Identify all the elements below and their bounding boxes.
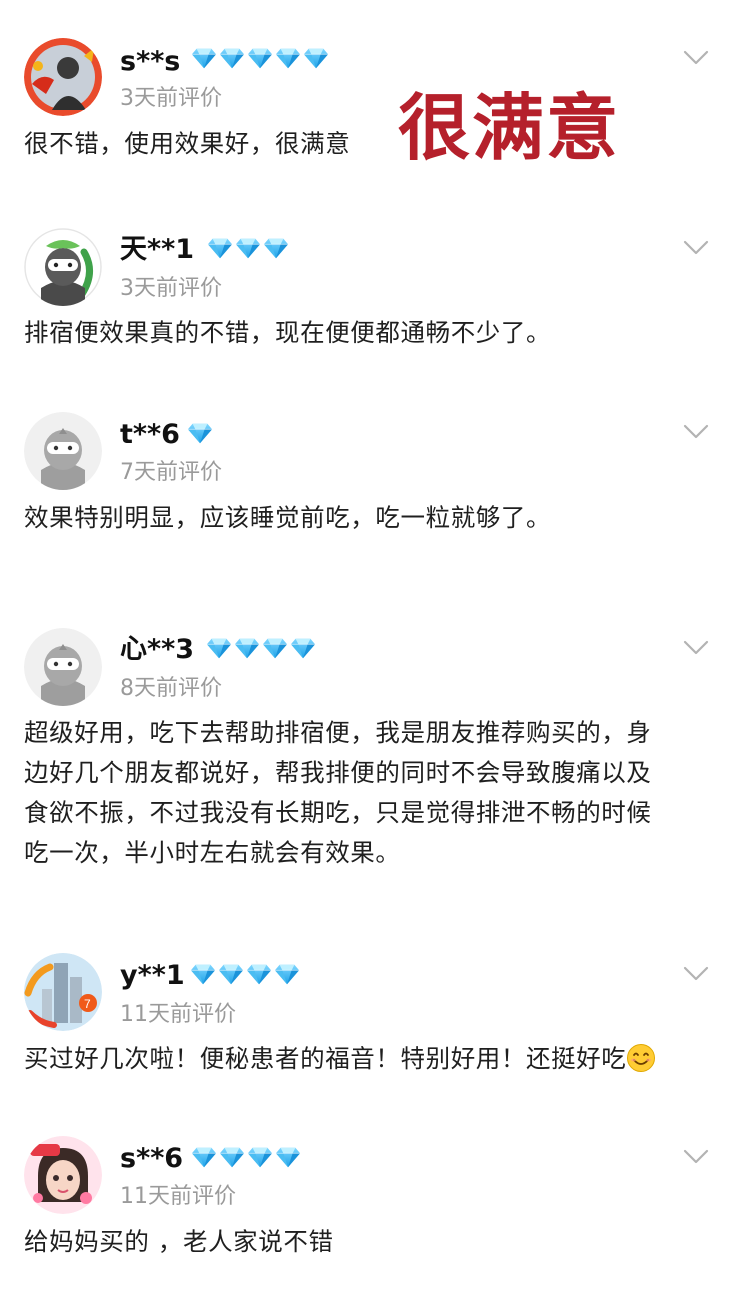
username: t**6: [120, 419, 180, 450]
review-date: 7天前评价: [120, 460, 222, 485]
review-content: 很不错，使用效果好，很满意: [24, 129, 351, 158]
diamond-icon: [191, 46, 217, 70]
diamond-icon: [247, 1145, 273, 1169]
review-date: 11天前评价: [120, 1002, 236, 1027]
review-content: 买过好几次啦！便秘患者的福音！特别好用！还挺好吃: [24, 1039, 708, 1079]
review-content-line: 吃一次，半小时左右就会有效果。: [24, 838, 401, 867]
red-costume-avatar-icon[interactable]: [24, 38, 102, 116]
default-ninja-avatar-icon[interactable]: [24, 628, 102, 706]
member-level-badge: [190, 962, 300, 986]
chevron-down-icon[interactable]: [683, 1149, 709, 1165]
review-content: 排宿便效果真的不错，现在便便都通畅不少了。: [24, 318, 552, 347]
review-content-line: 边好几个朋友都说好，帮我排便的同时不会导致腹痛以及: [24, 758, 652, 787]
chevron-down-icon[interactable]: [683, 640, 709, 656]
chevron-down-icon[interactable]: [683, 240, 709, 256]
username: s**s: [120, 46, 181, 77]
svg-text:7: 7: [84, 997, 91, 1011]
chevron-down-icon[interactable]: [683, 966, 709, 982]
diamond-icon: [191, 1145, 217, 1169]
member-level-badge: [191, 1145, 301, 1169]
username: y**1: [120, 960, 185, 991]
diamond-icon: [234, 636, 260, 660]
review-date: 3天前评价: [120, 276, 222, 301]
diamond-icon: [290, 636, 316, 660]
diamond-icon: [262, 636, 288, 660]
username: 心**3: [120, 634, 195, 665]
default-ninja-avatar-icon[interactable]: [24, 412, 102, 490]
member-level-badge: [191, 46, 329, 70]
chevron-down-icon[interactable]: [683, 50, 709, 66]
review-content-line: 食欲不振，不过我没有长期吃，只是觉得排泄不畅的时候: [24, 798, 652, 827]
diamond-icon: [207, 236, 233, 260]
username: s**6: [120, 1143, 184, 1174]
diamond-icon: [219, 1145, 245, 1169]
smiling-face-emoji-icon: [627, 1044, 656, 1072]
diamond-icon: [263, 236, 289, 260]
review-date: 11天前评价: [120, 1184, 236, 1209]
review-date: 8天前评价: [120, 676, 222, 701]
green-ninja-avatar-icon[interactable]: [24, 228, 102, 306]
diamond-icon: [235, 236, 261, 260]
city-building-avatar-icon[interactable]: 7: [24, 953, 102, 1031]
diamond-icon: [190, 962, 216, 986]
username: 天**1: [120, 234, 195, 265]
member-level-badge: [187, 421, 213, 445]
review-content: 超级好用，吃下去帮助排宿便，我是朋友推荐购买的，身 边好几个朋友都说好，帮我排便…: [24, 713, 708, 873]
diamond-icon: [275, 1145, 301, 1169]
diamond-icon: [303, 46, 329, 70]
review-content-text: 买过好几次啦！便秘患者的福音！特别好用！还挺好吃: [24, 1044, 627, 1073]
diamond-icon: [219, 46, 245, 70]
diamond-icon: [246, 962, 272, 986]
review-content: 效果特别明显，应该睡觉前吃，吃一粒就够了。: [24, 503, 552, 532]
diamond-icon: [187, 421, 213, 445]
member-level-badge: [206, 636, 316, 660]
diamond-icon: [218, 962, 244, 986]
doll-girl-avatar-icon[interactable]: [24, 1136, 102, 1214]
member-level-badge: [207, 236, 289, 260]
diamond-icon: [275, 46, 301, 70]
diamond-icon: [274, 962, 300, 986]
review-content-line: 超级好用，吃下去帮助排宿便，我是朋友推荐购买的，身: [24, 718, 652, 747]
diamond-icon: [247, 46, 273, 70]
review-date: 3天前评价: [120, 86, 222, 111]
review-content: 给妈妈买的 ，老人家说不错: [24, 1227, 334, 1256]
stamp-text: 很满意: [398, 85, 621, 170]
chevron-down-icon[interactable]: [683, 424, 709, 440]
diamond-icon: [206, 636, 232, 660]
